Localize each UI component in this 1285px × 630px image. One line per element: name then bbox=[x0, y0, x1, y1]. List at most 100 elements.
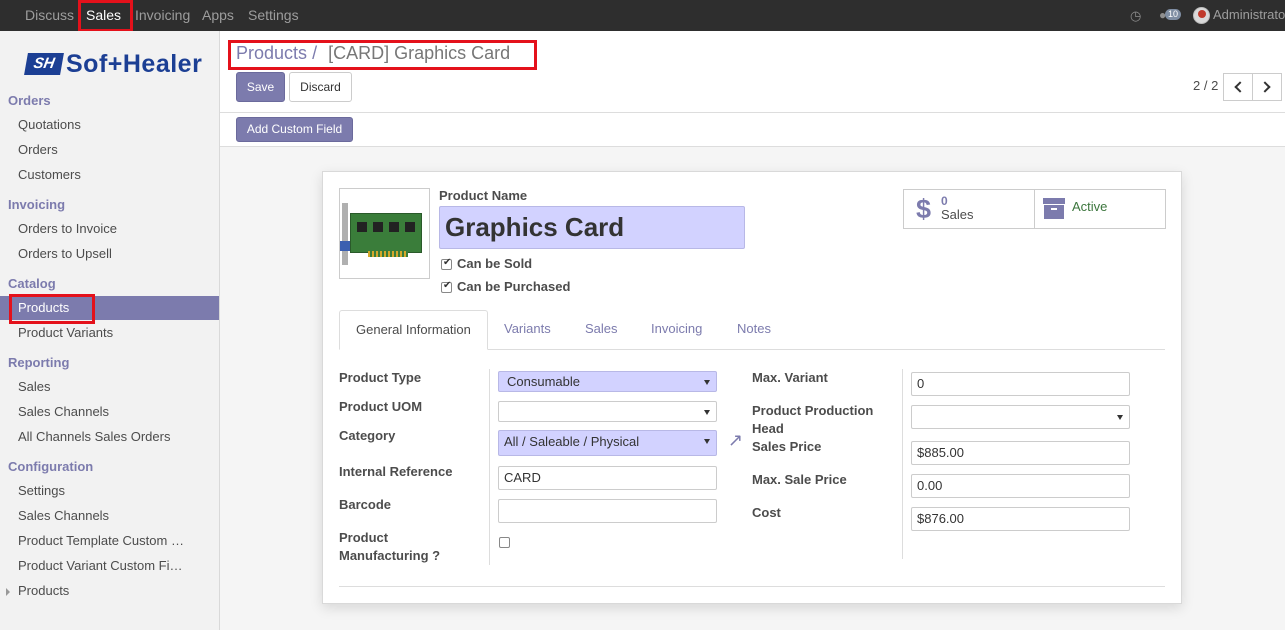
product-type-select[interactable]: Consumable bbox=[498, 371, 717, 392]
cost-input[interactable]: $876.00 bbox=[911, 507, 1130, 531]
product-name-input[interactable]: Graphics Card bbox=[439, 206, 745, 249]
sales-count: 0 bbox=[941, 194, 948, 208]
card-board bbox=[350, 213, 422, 253]
breadcrumb-current: [CARD] Graphics Card bbox=[328, 43, 511, 63]
max-variant-input[interactable]: 0 bbox=[911, 372, 1130, 396]
logo-text: Sof+Healer bbox=[66, 49, 203, 78]
production-head-label-line1: Product Production bbox=[752, 403, 874, 418]
barcode-input[interactable] bbox=[498, 499, 717, 523]
sales-price-label: Sales Price bbox=[752, 439, 822, 454]
active-label: Active bbox=[1072, 199, 1108, 214]
can-be-purchased-checkbox[interactable] bbox=[441, 280, 452, 293]
product-manufacturing-label-line1: Product bbox=[339, 530, 389, 545]
product-manufacturing-label-line2: Manufacturing ? bbox=[339, 548, 441, 563]
tab-sales[interactable]: Sales bbox=[569, 310, 634, 350]
sales-smart-label: Sales bbox=[941, 207, 974, 222]
breadcrumb: Products / [CARD] Graphics Card bbox=[236, 43, 510, 64]
tab-variants[interactable]: Variants bbox=[488, 310, 567, 350]
product-type-value: Consumable bbox=[507, 374, 580, 389]
internal-reference-label: Internal Reference bbox=[339, 464, 453, 479]
cost-label: Cost bbox=[752, 505, 781, 520]
sidebar-item-products[interactable]: Products bbox=[18, 300, 69, 315]
category-label: Category bbox=[339, 428, 396, 443]
right-group-separator bbox=[902, 369, 903, 559]
activity-clock-icon[interactable]: ◷ bbox=[1130, 8, 1141, 24]
sidebar-item-settings[interactable]: Settings bbox=[18, 483, 65, 498]
max-variant-label: Max. Variant bbox=[752, 370, 828, 385]
card-chip bbox=[389, 222, 399, 232]
tab-general-information[interactable]: General Information bbox=[339, 310, 488, 350]
menu-discuss[interactable]: Discuss bbox=[25, 0, 74, 31]
product-manufacturing-checkbox[interactable] bbox=[499, 537, 510, 548]
sales-price-input[interactable]: $885.00 bbox=[911, 441, 1130, 465]
sidebar: SH Sof+Healer Orders Quotations Orders C… bbox=[0, 31, 220, 630]
menu-settings[interactable]: Settings bbox=[248, 0, 299, 31]
tab-notes[interactable]: Notes bbox=[721, 310, 787, 350]
user-menu[interactable]: Administrator bbox=[1213, 0, 1285, 30]
sidebar-item-orders-to-invoice[interactable]: Orders to Invoice bbox=[18, 221, 117, 236]
sheet-bottom-divider bbox=[339, 586, 1165, 587]
can-be-purchased-label: Can be Purchased bbox=[457, 279, 571, 294]
product-uom-select[interactable] bbox=[498, 401, 717, 422]
breadcrumb-parent[interactable]: Products bbox=[236, 43, 307, 63]
barcode-label: Barcode bbox=[339, 497, 392, 512]
messages-badge: 10 bbox=[1165, 9, 1182, 20]
caret-down-icon bbox=[704, 410, 710, 415]
can-be-sold-checkbox[interactable] bbox=[441, 257, 452, 270]
menu-apps[interactable]: Apps bbox=[202, 0, 234, 31]
sidebar-item-product-variant-custom[interactable]: Product Variant Custom Fi… bbox=[18, 558, 182, 573]
product-image[interactable] bbox=[339, 188, 430, 279]
chevron-left-icon bbox=[1234, 81, 1246, 93]
caret-right-icon[interactable] bbox=[6, 588, 10, 596]
section-orders: Orders bbox=[8, 93, 51, 108]
tab-invoicing[interactable]: Invoicing bbox=[635, 310, 718, 350]
max-sale-price-input[interactable]: 0.00 bbox=[911, 474, 1130, 498]
sidebar-item-sales-channels[interactable]: Sales Channels bbox=[18, 404, 109, 419]
chevron-right-icon bbox=[1259, 81, 1271, 93]
production-head-label-line2: Head bbox=[752, 421, 784, 436]
menu-sales[interactable]: Sales bbox=[86, 0, 121, 31]
discard-button[interactable]: Discard bbox=[289, 72, 352, 102]
sidebar-item-all-channels-sales-orders[interactable]: All Channels Sales Orders bbox=[18, 429, 170, 444]
sidebar-item-reporting-sales[interactable]: Sales bbox=[18, 379, 51, 394]
card-chip bbox=[357, 222, 367, 232]
section-invoicing: Invoicing bbox=[8, 197, 66, 212]
sidebar-item-config-sales-channels[interactable]: Sales Channels bbox=[18, 508, 109, 523]
top-navbar: Discuss Sales Invoicing Apps Settings ◷ … bbox=[0, 0, 1285, 31]
card-chip bbox=[373, 222, 383, 232]
product-name-label: Product Name bbox=[439, 188, 528, 203]
sidebar-item-product-variants[interactable]: Product Variants bbox=[18, 325, 113, 340]
pager-previous-button[interactable] bbox=[1223, 73, 1253, 101]
sidebar-item-customers[interactable]: Customers bbox=[18, 167, 81, 182]
section-reporting: Reporting bbox=[8, 355, 70, 370]
add-custom-field-button[interactable]: Add Custom Field bbox=[236, 117, 353, 142]
avatar[interactable] bbox=[1193, 7, 1210, 24]
active-toggle-button[interactable]: Active bbox=[1034, 189, 1166, 229]
left-group-separator bbox=[489, 369, 490, 565]
product-type-label: Product Type bbox=[339, 370, 422, 385]
sidebar-item-orders[interactable]: Orders bbox=[18, 142, 58, 157]
sales-smart-button[interactable]: $ 0 Sales bbox=[903, 189, 1035, 229]
sidebar-item-quotations[interactable]: Quotations bbox=[18, 117, 81, 132]
sidebar-item-config-products[interactable]: Products bbox=[18, 583, 69, 598]
can-be-sold-label: Can be Sold bbox=[457, 256, 533, 271]
sidebar-item-orders-to-upsell[interactable]: Orders to Upsell bbox=[18, 246, 112, 261]
max-sale-price-label: Max. Sale Price bbox=[752, 472, 847, 487]
production-head-select[interactable] bbox=[911, 405, 1130, 429]
internal-reference-input[interactable]: CARD bbox=[498, 466, 717, 490]
save-button[interactable]: Save bbox=[236, 72, 285, 102]
category-value: All / Saleable / Physical bbox=[504, 434, 640, 449]
section-configuration: Configuration bbox=[8, 459, 94, 474]
card-port bbox=[340, 241, 350, 251]
caret-down-icon bbox=[1117, 415, 1123, 420]
pager-value: 2 / 2 bbox=[1193, 78, 1219, 93]
caret-down-icon bbox=[704, 380, 710, 385]
sidebar-item-product-template-custom[interactable]: Product Template Custom … bbox=[18, 533, 184, 548]
card-chip bbox=[405, 222, 415, 232]
menu-invoicing[interactable]: Invoicing bbox=[135, 0, 190, 31]
pager-next-button[interactable] bbox=[1252, 73, 1282, 101]
external-link-icon[interactable]: ↗ bbox=[728, 430, 743, 451]
control-panel-divider bbox=[220, 112, 1285, 113]
section-catalog: Catalog bbox=[8, 276, 56, 291]
category-select[interactable]: All / Saleable / Physical bbox=[498, 430, 717, 456]
